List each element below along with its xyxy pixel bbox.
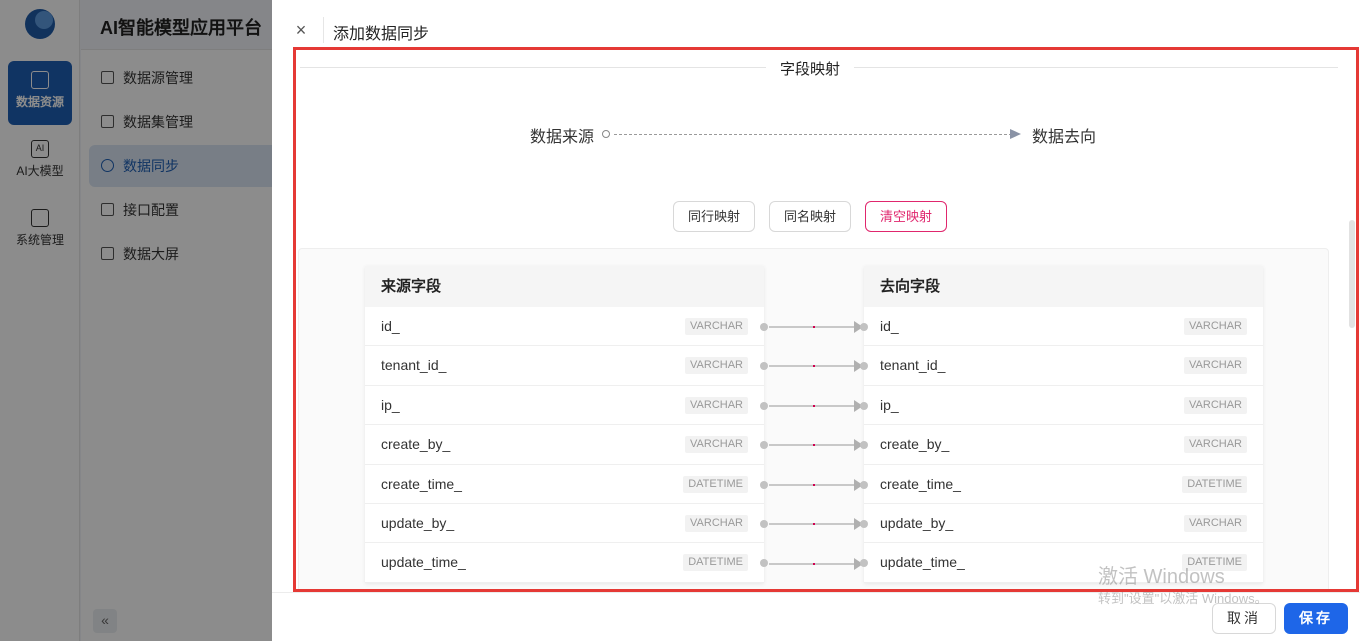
save-button[interactable]: 保存 bbox=[1284, 603, 1348, 634]
table-row[interactable]: ip_ VARCHAR bbox=[365, 386, 768, 426]
mapping-link[interactable] bbox=[769, 439, 863, 451]
close-icon[interactable]: × bbox=[292, 18, 310, 42]
field-type-badge: VARCHAR bbox=[685, 357, 748, 375]
connector-handle[interactable] bbox=[860, 441, 868, 450]
table-row[interactable]: update_time_ DATETIME bbox=[365, 543, 768, 583]
drawer-title: 添加数据同步 bbox=[333, 26, 430, 43]
field-name: create_by_ bbox=[381, 436, 451, 453]
target-fields-table: 去向字段 id_ VARCHAR tenant_id_ VARCHAR ip_ VAR… bbox=[860, 266, 1263, 583]
field-type-badge: VARCHAR bbox=[685, 436, 748, 454]
add-sync-drawer: × 添加数据同步 字段映射 数据来源 数据去向 同行映射 同名映射 清空映射 来… bbox=[272, 0, 1360, 641]
field-type-badge: VARCHAR bbox=[1184, 514, 1247, 532]
field-type-badge: VARCHAR bbox=[1184, 357, 1247, 375]
table-row[interactable]: update_by_ VARCHAR bbox=[860, 504, 1263, 544]
field-type-badge: VARCHAR bbox=[1184, 436, 1247, 454]
vertical-scrollbar[interactable] bbox=[1349, 220, 1355, 328]
table-row[interactable]: create_time_ DATETIME bbox=[860, 465, 1263, 504]
mapping-link[interactable] bbox=[769, 479, 863, 491]
mapping-link[interactable] bbox=[769, 321, 863, 333]
field-name: create_by_ bbox=[880, 436, 950, 453]
field-type-badge: VARCHAR bbox=[1184, 318, 1247, 335]
field-type-badge: VARCHAR bbox=[1184, 396, 1247, 414]
section-title: 字段映射 bbox=[766, 58, 855, 79]
field-type-badge: VARCHAR bbox=[685, 396, 748, 414]
field-name: create_time_ bbox=[381, 475, 462, 492]
table-header: 去向字段 bbox=[864, 266, 1263, 307]
flow-source-label: 数据来源 bbox=[530, 129, 595, 146]
field-name: tenant_id_ bbox=[381, 357, 447, 374]
table-header: 来源字段 bbox=[365, 266, 764, 307]
connector-handle[interactable] bbox=[760, 323, 768, 331]
field-name: ip_ bbox=[381, 396, 400, 413]
field-name: ip_ bbox=[880, 396, 899, 413]
activation-watermark: 激活 Windows bbox=[1098, 566, 1225, 588]
link-marker bbox=[813, 523, 815, 525]
field-type-badge: DATETIME bbox=[683, 475, 748, 493]
table-row[interactable]: create_time_ DATETIME bbox=[365, 465, 768, 504]
field-name: update_time_ bbox=[880, 554, 965, 571]
table-row[interactable]: tenant_id_ VARCHAR bbox=[860, 346, 1263, 386]
field-name: update_by_ bbox=[880, 514, 954, 531]
table-row[interactable]: tenant_id_ VARCHAR bbox=[365, 346, 768, 386]
table-row[interactable]: create_by_ VARCHAR bbox=[860, 425, 1263, 465]
connector-handle[interactable] bbox=[860, 519, 868, 528]
connector-handle[interactable] bbox=[760, 401, 768, 410]
connector-handle[interactable] bbox=[860, 401, 868, 410]
table-row[interactable]: ip_ VARCHAR bbox=[860, 386, 1263, 426]
link-marker bbox=[813, 484, 815, 486]
field-type-badge: DATETIME bbox=[1182, 475, 1247, 493]
activation-watermark-subtitle: 转到"设置"以激活 Windows。 bbox=[1098, 591, 1268, 606]
table-row[interactable]: id_ VARCHAR bbox=[860, 307, 1263, 347]
field-name: create_time_ bbox=[880, 475, 961, 492]
mapping-link[interactable] bbox=[769, 518, 863, 530]
name-mapping-button[interactable]: 同名映射 bbox=[769, 201, 852, 232]
connector-handle[interactable] bbox=[860, 559, 868, 568]
field-type-badge: VARCHAR bbox=[685, 318, 748, 335]
connector-handle[interactable] bbox=[860, 480, 868, 489]
flow-target-label: 数据去向 bbox=[1032, 129, 1097, 146]
field-type-badge: DATETIME bbox=[683, 554, 748, 572]
field-name: tenant_id_ bbox=[880, 357, 946, 374]
arrow-right-icon bbox=[1010, 129, 1021, 139]
drawer-body: 字段映射 数据来源 数据去向 同行映射 同名映射 清空映射 来源字段 id_ VA… bbox=[294, 47, 1360, 592]
flow-start-icon bbox=[602, 130, 610, 138]
flow-line bbox=[614, 134, 1012, 135]
field-name: id_ bbox=[880, 318, 899, 334]
mapping-link[interactable] bbox=[769, 400, 863, 412]
connector-handle[interactable] bbox=[860, 362, 868, 371]
modal-overlay[interactable] bbox=[0, 0, 272, 641]
row-mapping-button[interactable]: 同行映射 bbox=[673, 201, 756, 232]
table-row[interactable]: id_ VARCHAR bbox=[365, 307, 768, 347]
link-marker bbox=[813, 444, 815, 446]
source-fields-table: 来源字段 id_ VARCHAR tenant_id_ VARCHAR ip_ VAR… bbox=[365, 266, 768, 583]
mapping-link[interactable] bbox=[769, 558, 863, 570]
table-row[interactable]: update_by_ VARCHAR bbox=[365, 504, 768, 544]
field-name: update_time_ bbox=[381, 554, 466, 571]
table-row[interactable]: create_by_ VARCHAR bbox=[365, 425, 768, 465]
field-name: id_ bbox=[381, 318, 400, 334]
connector-handle[interactable] bbox=[760, 362, 768, 371]
field-name: update_by_ bbox=[381, 514, 455, 531]
link-marker bbox=[813, 563, 815, 565]
link-marker bbox=[813, 405, 815, 407]
field-mapping-panel: 来源字段 id_ VARCHAR tenant_id_ VARCHAR ip_ VAR… bbox=[298, 248, 1329, 592]
connector-handle[interactable] bbox=[760, 441, 768, 450]
connector-handle[interactable] bbox=[760, 559, 768, 568]
connector-handle[interactable] bbox=[760, 480, 768, 489]
link-marker bbox=[813, 365, 815, 367]
clear-mapping-button[interactable]: 清空映射 bbox=[865, 201, 948, 232]
link-marker bbox=[813, 326, 815, 328]
cancel-button[interactable]: 取消 bbox=[1212, 603, 1276, 634]
connector-handle[interactable] bbox=[860, 323, 868, 331]
connector-handle[interactable] bbox=[760, 519, 768, 528]
field-type-badge: VARCHAR bbox=[685, 514, 748, 532]
mapping-link[interactable] bbox=[769, 360, 863, 372]
header-divider bbox=[323, 17, 324, 43]
